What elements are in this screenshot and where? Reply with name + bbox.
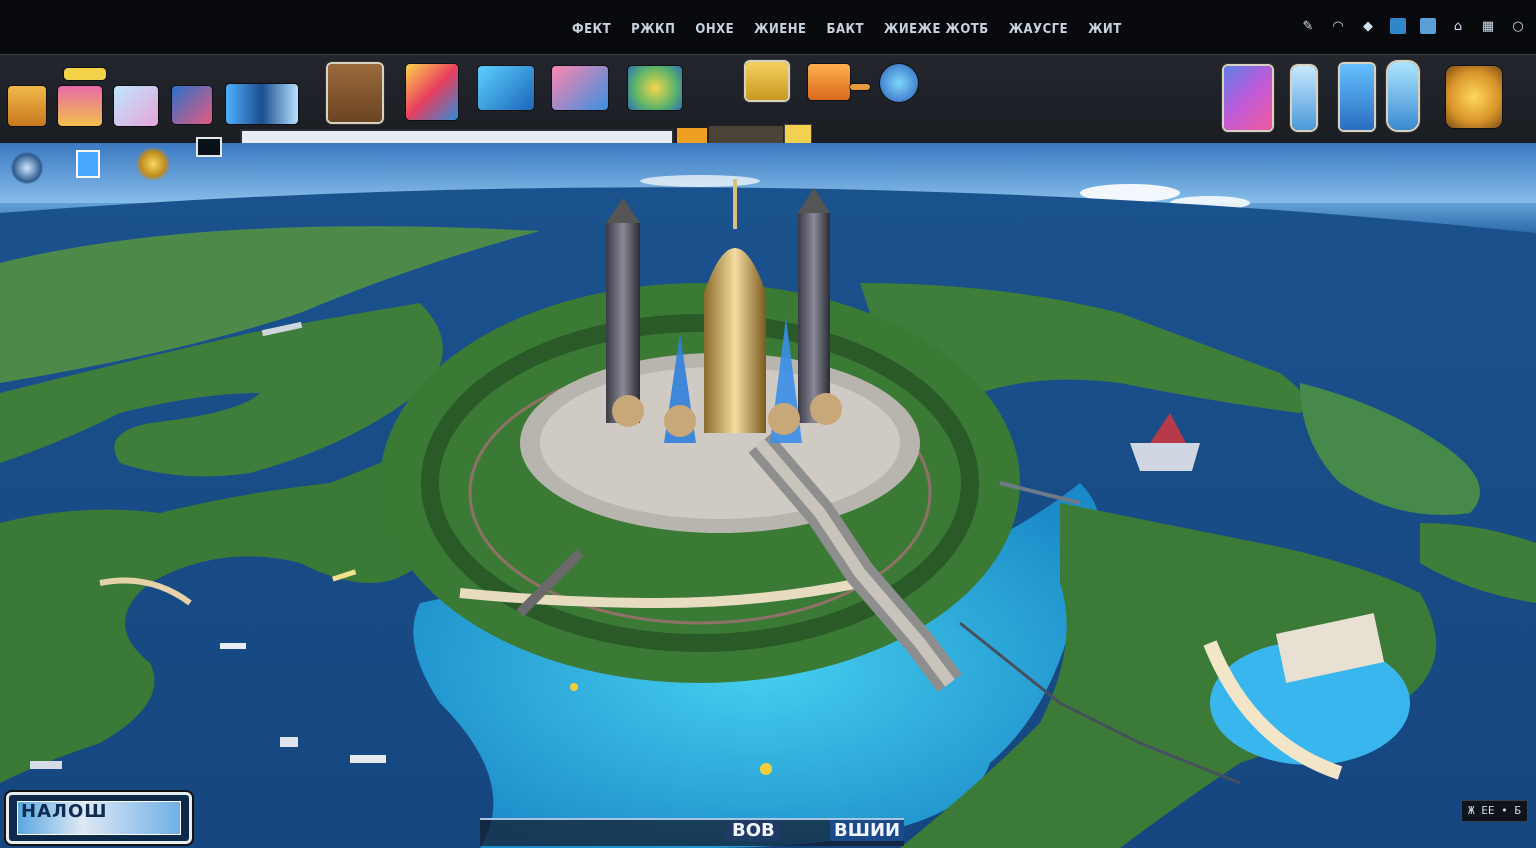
bridge-tool-button[interactable]: [808, 64, 850, 100]
tab-highlight[interactable]: [64, 68, 106, 80]
central-spire: [704, 248, 766, 433]
lock-icon[interactable]: ⌂: [1450, 18, 1466, 34]
info-card[interactable]: [76, 150, 100, 178]
system-tray: ✎ ◠ ◆ ⌂ ▦ ○: [1300, 18, 1526, 34]
menu-item[interactable]: ФЕКТ: [572, 22, 611, 37]
menu-items: ФЕКТ РЖКП ОНХЕ ЖИЕНЕ БАКТ ЖИЕЖЕ ЖОТБ ЖАУСГЕ ЖИТ: [572, 22, 1122, 37]
pier-tool-button[interactable]: [1340, 64, 1374, 130]
window-icon[interactable]: [1390, 18, 1406, 34]
menu-item[interactable]: БАКТ: [827, 22, 865, 37]
boat: [350, 755, 386, 763]
spire-needle: [733, 179, 737, 229]
wifi-icon[interactable]: ◠: [1330, 18, 1346, 34]
bottom-label-b[interactable]: ВШИИ: [830, 820, 905, 841]
left-tower: [606, 223, 640, 423]
cloud: [640, 175, 760, 187]
block-tool-button[interactable]: [328, 64, 382, 122]
boat: [280, 737, 298, 747]
folder-tool-button[interactable]: [8, 86, 46, 126]
pen-icon[interactable]: ✎: [1300, 18, 1316, 34]
menu-item[interactable]: РЖКП: [631, 22, 675, 37]
menu-bar: ФЕКТ РЖКП ОНХЕ ЖИЕНЕ БАКТ ЖИЕЖЕ ЖОТБ ЖАУСГЕ ЖИТ…: [0, 0, 1536, 54]
share-tool-button[interactable]: [226, 84, 298, 124]
right-tower: [798, 213, 830, 423]
game-viewport[interactable]: [0, 143, 1536, 848]
building-tool-button[interactable]: [478, 66, 534, 110]
ship: [1130, 443, 1200, 471]
screen-icon[interactable]: [1420, 18, 1436, 34]
vehicle-tool-button[interactable]: [880, 64, 918, 102]
calendar-tool-button[interactable]: [58, 86, 102, 126]
minimap-label: НАЛОШ: [21, 801, 108, 822]
dome: [664, 405, 696, 437]
fountain-tool-button[interactable]: [552, 66, 608, 110]
status-readout: Ж ЕЕ • Б: [1461, 800, 1528, 822]
ship-marker[interactable]: [10, 152, 44, 184]
bottom-label-a[interactable]: ВОВ: [726, 820, 781, 841]
menu-item[interactable]: ЖИЕЖЕ ЖОТБ: [884, 22, 989, 37]
dome: [612, 395, 644, 427]
gear-tool-button[interactable]: [1446, 66, 1502, 128]
power-icon[interactable]: ○: [1510, 18, 1526, 34]
buoy: [570, 683, 578, 691]
menu-item[interactable]: ЖИТ: [1088, 22, 1122, 37]
buoy: [760, 763, 772, 775]
shield-icon[interactable]: ◆: [1360, 18, 1376, 34]
tower-tool-button[interactable]: [1292, 66, 1316, 130]
crystal-marker[interactable]: [134, 148, 172, 180]
bridge-tool-tail: [850, 84, 870, 90]
menu-item[interactable]: ЖАУСГЕ: [1009, 22, 1068, 37]
paint-tool-button[interactable]: [172, 86, 212, 124]
boat: [30, 761, 62, 769]
thumbnail-strip[interactable]: [708, 125, 784, 145]
island-scene: [0, 143, 1536, 848]
portal-tool-button[interactable]: [1224, 66, 1272, 130]
plaza-tool-button[interactable]: [746, 62, 788, 100]
dome: [768, 403, 800, 435]
statue-tool-button[interactable]: [1388, 62, 1418, 130]
screen-toggle[interactable]: [196, 137, 222, 157]
tree-tool-button[interactable]: [628, 66, 682, 110]
gallery-tool-button[interactable]: [114, 86, 158, 126]
grid-icon[interactable]: ▦: [1480, 18, 1496, 34]
boat: [220, 643, 246, 649]
menu-item[interactable]: ЖИЕНЕ: [754, 22, 806, 37]
flower-tool-button[interactable]: [406, 64, 458, 120]
menu-item[interactable]: ОНХЕ: [695, 22, 734, 37]
dome: [810, 393, 842, 425]
minimap[interactable]: НАЛОШ: [6, 792, 192, 844]
